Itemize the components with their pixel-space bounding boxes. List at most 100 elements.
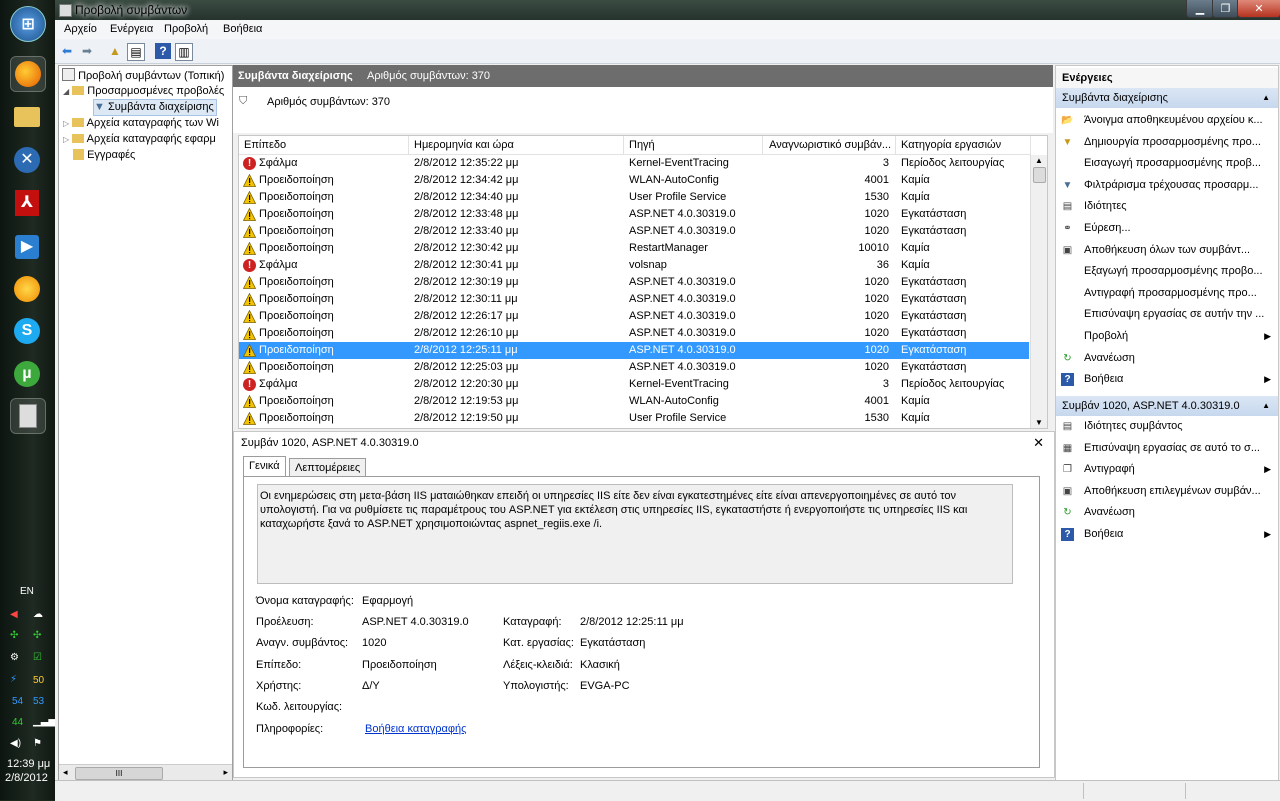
column-header-date[interactable]: Ημερομηνία και ώρα (409, 136, 624, 155)
task-value[interactable]: Εγκατάσταση (580, 637, 645, 649)
show-hide-tree-icon[interactable]: ▤ (127, 43, 145, 61)
scroll-left-icon[interactable]: ◂ (63, 767, 68, 778)
network-icon[interactable]: ☁ (33, 609, 43, 620)
clock-date[interactable]: 2/8/2012 (5, 772, 48, 784)
flag-icon[interactable]: ⚑ (33, 738, 42, 749)
computer-value[interactable]: EVGA-PC (580, 680, 630, 692)
signal-icon[interactable]: ▁▃▅ (33, 716, 56, 727)
tab-details[interactable]: Λεπτομέρειες (289, 458, 367, 477)
actions-section-admin-events[interactable]: Συμβάντα διαχείρισης ▲ (1056, 88, 1278, 108)
table-row[interactable]: Προειδοποίηση 2/8/2012 12:26:10 μμ ASP.NET… (239, 325, 1029, 342)
level-value[interactable]: Προειδοποίηση (362, 659, 437, 671)
action-item[interactable]: ? Βοήθεια ▶ (1056, 524, 1278, 545)
table-row[interactable]: Προειδοποίηση 2/8/2012 12:33:40 μμ ASP.NET… (239, 223, 1029, 240)
table-row[interactable]: Προειδοποίηση 2/8/2012 12:30:11 μμ ASP.NET… (239, 291, 1029, 308)
table-row[interactable]: Προειδοποίηση 2/8/2012 12:34:40 μμ User Pr… (239, 189, 1029, 206)
table-row[interactable]: ! Σφάλμα 2/8/2012 12:20:30 μμ Kernel-EventT… (239, 376, 1029, 393)
steam-icon[interactable]: ⚙ (10, 652, 19, 663)
utorrent-icon[interactable]: µ (10, 357, 44, 391)
collapse-arrow-icon[interactable]: ▲ (1262, 88, 1270, 108)
tree-item-windows-logs[interactable]: ▷ Αρχεία καταγραφής των Wi (63, 116, 219, 131)
up-folder-icon[interactable]: ▲ (107, 43, 123, 59)
action-item[interactable]: 📂 Άνοιγμα αποθηκευμένου αρχείου κ... (1056, 110, 1278, 131)
tree-item-app-logs[interactable]: ▷ Αρχεία καταγραφής εφαρμ (63, 132, 216, 147)
action-item[interactable]: ▣ Αποθήκευση επιλεγμένων συμβάν... (1056, 481, 1278, 502)
logged-value[interactable]: 2/8/2012 12:25:11 μμ (580, 616, 684, 628)
minimize-button[interactable]: ▁ (1186, 0, 1214, 18)
table-row[interactable]: Προειδοποίηση 2/8/2012 12:25:11 μμ ASP.NET… (239, 342, 1029, 359)
table-row[interactable]: ! Σφάλμα 2/8/2012 12:30:41 μμ volsnap 36 Καμί… (239, 257, 1029, 274)
table-row[interactable]: Προειδοποίηση 2/8/2012 12:19:53 μμ WLAN-Au… (239, 393, 1029, 410)
event-id-value[interactable]: 1020 (362, 637, 386, 649)
tree-item-custom-views[interactable]: ◢ Προσαρμοσμένες προβολές (63, 84, 224, 99)
tray-check-icon[interactable]: ☑ (33, 652, 42, 663)
action-item[interactable]: Εισαγωγή προσαρμοσμένης προβ... (1056, 153, 1278, 174)
media-player-icon[interactable]: ▶ (10, 230, 44, 264)
firefox-icon[interactable] (10, 56, 46, 92)
clock-time[interactable]: 12:39 μμ (7, 758, 50, 770)
scroll-thumb[interactable] (1033, 167, 1046, 183)
column-header-source[interactable]: Πηγή (624, 136, 763, 155)
start-orb-icon[interactable]: ⊞ (10, 6, 46, 42)
action-item[interactable]: Αντιγραφή προσαρμοσμένης προ... (1056, 283, 1278, 304)
column-header-event-id[interactable]: Αναγνωριστικό συμβάν... (763, 136, 896, 155)
maximize-button[interactable]: ❐ (1212, 0, 1239, 18)
table-row[interactable]: Προειδοποίηση 2/8/2012 12:25:03 μμ ASP.NET… (239, 359, 1029, 376)
tray-app-icon[interactable]: ✣ (10, 630, 18, 641)
forward-arrow-icon[interactable]: ➡ (79, 43, 95, 59)
title-bar[interactable]: Προβολή συμβάντων ▁ ❐ ✕ (55, 0, 1280, 20)
menu-action[interactable]: Ενέργεια (110, 23, 153, 35)
action-item[interactable]: ? Βοήθεια ▶ (1056, 369, 1278, 390)
tab-general[interactable]: Γενικά (243, 456, 286, 477)
scroll-up-icon[interactable]: ▲ (1035, 156, 1043, 165)
tray-app-icon[interactable]: ✣ (33, 630, 41, 641)
log-name-value[interactable]: Εφαρμογή (362, 595, 413, 607)
keywords-value[interactable]: Κλασική (580, 659, 620, 671)
back-arrow-icon[interactable]: ⬅ (59, 43, 75, 59)
action-item[interactable]: ↻ Ανανέωση (1056, 502, 1278, 523)
scroll-right-icon[interactable]: ▸ (223, 767, 228, 778)
user-value[interactable]: Δ/Υ (362, 680, 380, 692)
menu-view[interactable]: Προβολή (164, 23, 208, 35)
action-item[interactable]: ↻ Ανανέωση (1056, 348, 1278, 369)
scroll-down-icon[interactable]: ▼ (1035, 418, 1043, 427)
speaker-icon[interactable]: ◀) (10, 738, 21, 749)
tree-item-subscriptions[interactable]: Εγγραφές (73, 148, 135, 163)
action-item[interactable]: ▼ Φιλτράρισμα τρέχουσας προσαρμ... (1056, 175, 1278, 196)
column-header-task-category[interactable]: Κατηγορία εργασιών (896, 136, 1031, 155)
language-indicator[interactable]: EN (20, 586, 34, 597)
action-item[interactable]: ▣ Αποθήκευση όλων των συμβάντ... (1056, 240, 1278, 261)
action-item[interactable]: ▤ Ιδιότητες συμβάντος (1056, 416, 1278, 437)
scroll-thumb[interactable]: III (75, 767, 163, 780)
table-row[interactable]: ! Σφάλμα 2/8/2012 12:35:22 μμ Kernel-EventT… (239, 155, 1029, 172)
menu-help[interactable]: Βοήθεια (223, 23, 262, 35)
action-item[interactable]: Προβολή ▶ (1056, 326, 1278, 347)
help-icon[interactable]: ? (155, 43, 171, 59)
event-description[interactable]: Οι ενημερώσεις στη μετα-βάση IIS ματαιώθ… (257, 484, 1013, 584)
table-row[interactable]: Προειδοποίηση 2/8/2012 12:30:19 μμ ASP.NET… (239, 274, 1029, 291)
menu-file[interactable]: Αρχείο (64, 23, 97, 35)
actions-section-selected-event[interactable]: Συμβάν 1020, ASP.NET 4.0.30319.0 ▲ (1056, 396, 1278, 416)
table-row[interactable]: Προειδοποίηση 2/8/2012 12:30:42 μμ Restart… (239, 240, 1029, 257)
messenger-icon[interactable] (10, 272, 44, 306)
explorer-folder-icon[interactable] (10, 100, 44, 134)
action-item[interactable]: ❐ Αντιγραφή ▶ (1056, 459, 1278, 480)
table-row[interactable]: Προειδοποίηση 2/8/2012 12:19:50 μμ User Pr… (239, 410, 1029, 427)
column-header-level[interactable]: Επίπεδο (239, 136, 409, 155)
pdf-icon[interactable]: ⅄ (10, 186, 44, 220)
tree-horizontal-scrollbar[interactable]: ◂ III ▸ (59, 764, 232, 781)
expanded-arrow-icon[interactable]: ◢ (63, 87, 69, 96)
close-button[interactable]: ✕ (1237, 0, 1280, 18)
action-item[interactable]: ▼ Δημιουργία προσαρμοσμένης προ... (1056, 132, 1278, 153)
collapsed-arrow-icon[interactable]: ▷ (63, 119, 69, 128)
xmedia-icon[interactable]: ✕ (10, 143, 44, 177)
action-item[interactable]: Εξαγωγή προσαρμοσμένης προβο... (1056, 261, 1278, 282)
collapse-arrow-icon[interactable]: ▲ (1262, 396, 1270, 416)
skype-icon[interactable]: S (10, 314, 44, 348)
event-viewer-task-icon[interactable] (10, 398, 46, 434)
action-item[interactable]: Επισύναψη εργασίας σε αυτήν την ... (1056, 304, 1278, 325)
table-row[interactable]: Προειδοποίηση 2/8/2012 12:33:48 μμ ASP.NET… (239, 206, 1029, 223)
collapsed-arrow-icon[interactable]: ▷ (63, 135, 69, 144)
close-icon[interactable]: ✕ (1033, 435, 1044, 451)
action-item[interactable]: ▦ Επισύναψη εργασίας σε αυτό το σ... (1056, 438, 1278, 459)
